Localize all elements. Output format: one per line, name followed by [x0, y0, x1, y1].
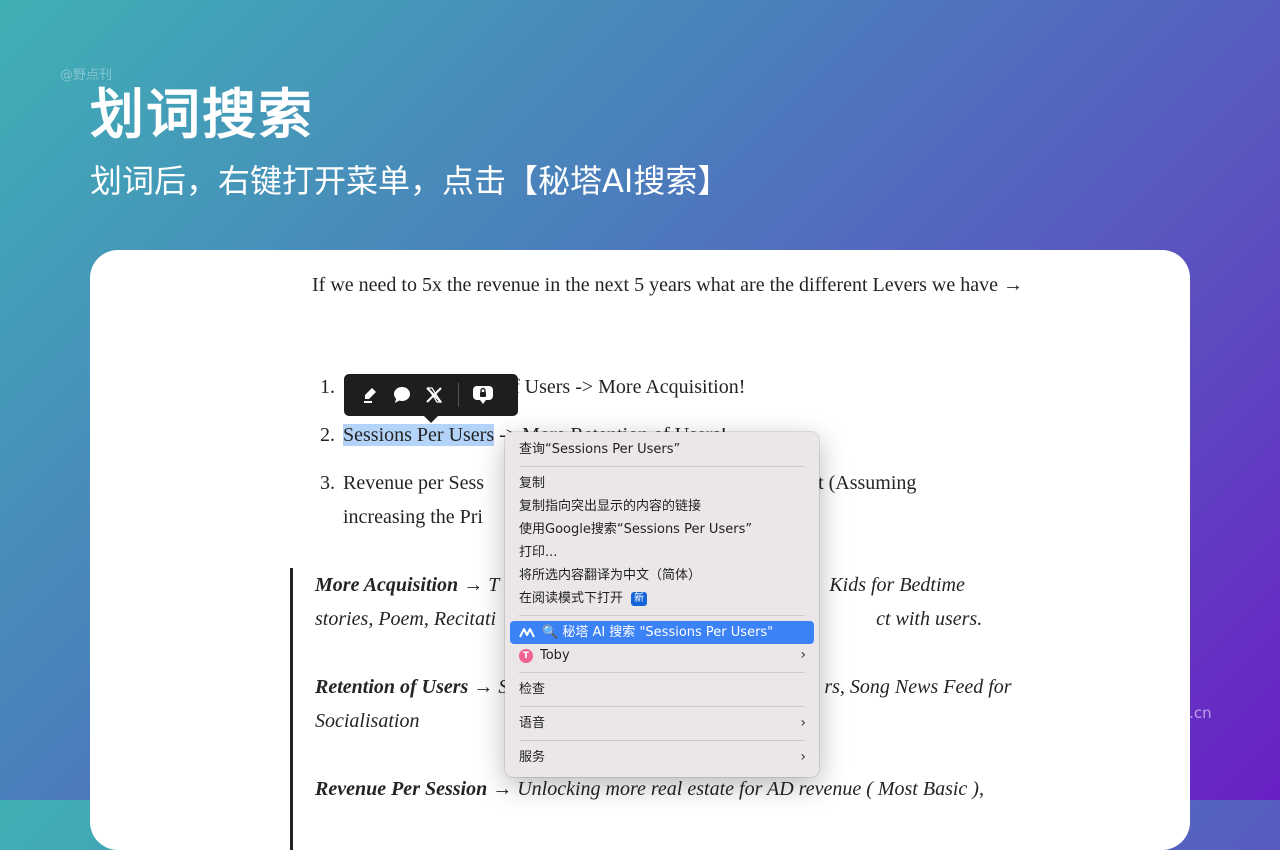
- list-number: 3.: [320, 472, 335, 494]
- menu-item-label: 复制指向突出显示的内容的链接: [519, 499, 702, 514]
- list-number: 1.: [320, 376, 335, 398]
- quote-heading: Retention of Users: [315, 676, 469, 698]
- quote-heading: Revenue Per Session: [315, 778, 488, 800]
- quote-heading: More Acquisition: [315, 574, 459, 596]
- menu-item-label: 查询“Sessions Per Users”: [519, 442, 681, 457]
- highlight-pen-icon[interactable]: [354, 379, 386, 411]
- menu-item-lookup[interactable]: 查询“Sessions Per Users”: [510, 438, 814, 461]
- quote-text: → S: [468, 676, 509, 698]
- menu-item-label: 🔍 秘塔 AI 搜索 "Sessions Per Users": [542, 625, 774, 640]
- x-share-icon[interactable]: [418, 379, 450, 411]
- menu-item-speech[interactable]: 语音 ›: [510, 712, 814, 735]
- toby-icon: T: [519, 648, 533, 663]
- menu-item-label: 在阅读模式下打开: [519, 591, 624, 606]
- menu-item-reader-mode[interactable]: 在阅读模式下打开新: [510, 587, 814, 610]
- menu-item-toby[interactable]: T Toby ›: [510, 644, 814, 667]
- toolbar-divider: [458, 383, 459, 407]
- menu-item-metaso-ai-search[interactable]: 🔍 秘塔 AI 搜索 "Sessions Per Users": [510, 621, 814, 644]
- chevron-right-icon: ›: [800, 647, 806, 663]
- menu-item-label: 服务: [519, 750, 546, 765]
- menu-item-copy[interactable]: 复制: [510, 472, 814, 495]
- menu-item-label: 复制: [519, 476, 546, 491]
- menu-item-copy-link[interactable]: 复制指向突出显示的内容的链接: [510, 495, 814, 518]
- quote-text: → Unlocking more real estate for AD reve…: [487, 778, 984, 800]
- menu-item-label: 语音: [519, 716, 546, 731]
- private-note-icon[interactable]: [467, 379, 499, 411]
- menu-item-label: Toby: [540, 648, 570, 663]
- list-item-text: f Users -> More Acquisition!: [513, 376, 746, 398]
- hero-subtitle: 划词后，右键打开菜单，点击【秘塔AI搜索】: [90, 162, 730, 200]
- menu-item-label: 将所选内容翻译为中文（简体）: [519, 568, 702, 583]
- chevron-right-icon: ›: [800, 749, 806, 765]
- quote-text-line2: Socialisation: [315, 710, 420, 732]
- list-number: 2.: [320, 424, 335, 446]
- menu-item-print[interactable]: 打印...: [510, 541, 814, 564]
- highlight-toolbar: [344, 374, 518, 423]
- quote-text-line2b: ct with users.: [876, 608, 983, 630]
- list-item-text-cont: nt (Assuming: [808, 472, 917, 494]
- menu-separator: [519, 672, 805, 673]
- quote-text-right: Kids for Bedtime: [829, 574, 965, 596]
- quote-text-right: rs, Song News Feed for: [824, 676, 1012, 698]
- menu-separator: [519, 466, 805, 467]
- new-badge: 新: [631, 591, 648, 606]
- watermark-bottom-right: chrome.zzzmh.cn: [1080, 704, 1212, 722]
- metaso-logo-icon: [519, 625, 535, 641]
- menu-item-inspect[interactable]: 检查: [510, 678, 814, 701]
- comment-icon[interactable]: [386, 379, 418, 411]
- hero-title: 划词搜索: [90, 83, 314, 146]
- selected-text[interactable]: Sessions Per Users: [343, 424, 495, 446]
- menu-separator: [519, 615, 805, 616]
- menu-separator: [519, 740, 805, 741]
- menu-item-translate[interactable]: 将所选内容翻译为中文（简体）: [510, 564, 814, 587]
- menu-separator: [519, 706, 805, 707]
- list-item-text: Revenue per Sess: [343, 472, 485, 494]
- menu-item-label: 打印...: [519, 545, 558, 560]
- chevron-right-icon: ›: [800, 715, 806, 731]
- intro-paragraph: If we need to 5x the revenue in the next…: [312, 274, 1023, 296]
- quote-text: → T: [458, 574, 500, 596]
- blockquote-bar: [290, 568, 293, 850]
- quote-text-line2: stories, Poem, Recitati: [315, 608, 497, 630]
- menu-item-google-search[interactable]: 使用Google搜索“Sessions Per Users”: [510, 518, 814, 541]
- context-menu: 查询“Sessions Per Users” 复制 复制指向突出显示的内容的链接…: [505, 432, 819, 777]
- menu-item-label: 使用Google搜索“Sessions Per Users”: [519, 522, 753, 537]
- menu-item-label: 检查: [519, 682, 546, 697]
- menu-item-services[interactable]: 服务 ›: [510, 746, 814, 769]
- blockquote-paragraph: Revenue Per Session → Unlocking more rea…: [315, 772, 1035, 806]
